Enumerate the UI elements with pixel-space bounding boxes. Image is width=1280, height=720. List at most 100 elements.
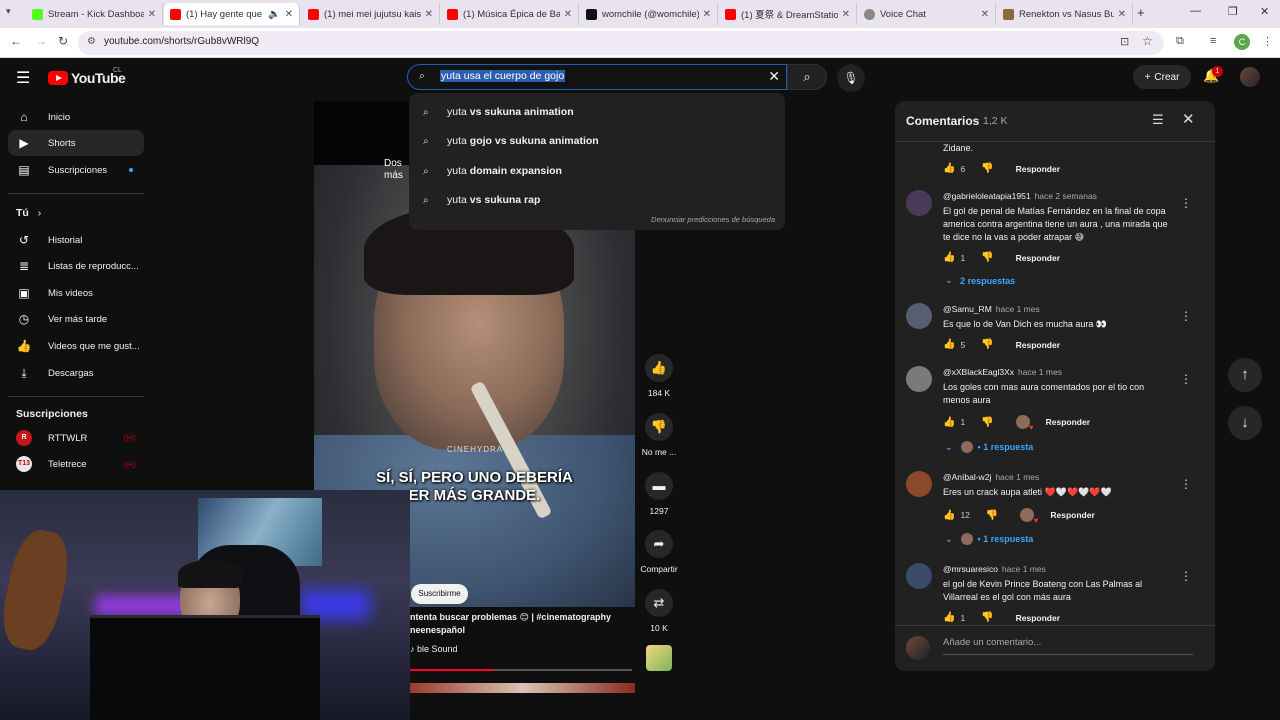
commenter-avatar[interactable] — [906, 563, 932, 589]
browser-tab-active[interactable]: (1) Hay gente que solo 🔈 ✕ — [164, 3, 300, 25]
install-app-icon[interactable]: ⊡ — [1120, 35, 1129, 48]
share-icon[interactable]: ➦ — [645, 530, 673, 558]
comment-more-icon[interactable]: ⋮ — [1180, 196, 1192, 210]
you-section-heading[interactable]: Tú › — [16, 207, 41, 219]
dislike-action[interactable]: 👎 No me ... — [637, 413, 681, 457]
tab-audio-icon[interactable]: 🔈 — [268, 9, 280, 20]
forward-icon[interactable]: → — [35, 34, 47, 48]
extensions-icon[interactable]: ⧉ — [1176, 35, 1184, 48]
sound-thumbnail[interactable] — [646, 645, 672, 671]
thumbs-up-icon[interactable]: 👍 — [943, 163, 955, 174]
remix-icon[interactable]: ⇄ — [645, 589, 673, 617]
reload-icon[interactable]: ↻ — [58, 34, 68, 48]
browser-menu-icon[interactable]: ⋮ — [1262, 35, 1273, 48]
reply-button[interactable]: Responder — [1016, 253, 1060, 263]
browser-tab[interactable]: Renekton vs Nasus Build ✕ — [997, 3, 1133, 25]
bookmark-star-icon[interactable]: ☆ — [1142, 34, 1153, 48]
url-box[interactable]: ⚙ youtube.com/shorts/rGub8vWRl9Q ⊡ ☆ — [78, 31, 1164, 55]
search-suggestion[interactable]: ⌕ yuta vs sukuna animation — [409, 99, 785, 125]
commenter-name[interactable]: @mrsuaresico — [943, 564, 998, 574]
sidebar-item-home[interactable]: ⌂ Inicio — [8, 104, 144, 130]
site-info-icon[interactable]: ⚙ — [87, 36, 96, 47]
browser-tab[interactable]: Stream - Kick Dashboard ✕ — [26, 3, 163, 25]
thumbs-down-icon[interactable]: 👎 — [986, 510, 998, 521]
tab-search-icon[interactable]: ▾ — [6, 6, 11, 17]
comment-icon[interactable]: ▬ — [645, 472, 673, 500]
like-action[interactable]: 👍 184 K — [637, 354, 681, 398]
account-avatar[interactable] — [1240, 67, 1260, 87]
view-replies-button[interactable]: ⌄ • 1 respuesta — [945, 441, 1033, 453]
remix-action[interactable]: ⇄ 10 K — [637, 589, 681, 633]
search-suggestion[interactable]: ⌕ yuta domain expansion — [409, 158, 785, 184]
url-text[interactable]: youtube.com/shorts/rGub8vWRl9Q — [104, 36, 259, 47]
comment-more-icon[interactable]: ⋮ — [1180, 477, 1192, 491]
comment-more-icon[interactable]: ⋮ — [1180, 309, 1192, 323]
sidebar-item-playlists[interactable]: ≣ Listas de reproducc... — [8, 253, 144, 279]
close-tab-icon[interactable]: ✕ — [1118, 9, 1126, 20]
next-short-preview[interactable] — [410, 683, 635, 693]
search-suggestion[interactable]: ⌕ yuta gojo vs sukuna animation — [409, 128, 785, 154]
search-button[interactable]: ⌕ — [787, 64, 827, 90]
sidebar-item-watch-later[interactable]: ◷ Ver más tarde — [8, 306, 144, 332]
close-tab-icon[interactable]: ✕ — [703, 9, 711, 20]
thumbs-up-icon[interactable]: 👍 — [943, 339, 955, 350]
reply-button[interactable]: Responder — [1016, 164, 1060, 174]
thumbs-down-icon[interactable]: 👎 — [981, 417, 993, 428]
search-box[interactable]: ⌕ yuta usa el cuerpo de gojo ✕ — [407, 64, 787, 90]
subscribe-button[interactable]: Suscribirme — [411, 584, 468, 604]
sidebar-item-subscriptions[interactable]: ▤ Suscripciones — [8, 157, 144, 183]
thumbs-up-icon[interactable]: 👍 — [943, 417, 955, 428]
thumbs-up-icon[interactable]: 👍 — [645, 354, 673, 382]
close-window-icon[interactable]: ✕ — [1260, 5, 1269, 18]
sidebar-item-downloads[interactable]: ⤓ Descargas — [8, 360, 144, 386]
commenter-name[interactable]: @Aníbal-w2j — [943, 472, 991, 482]
reply-button[interactable]: Responder — [1050, 510, 1094, 520]
comments-action[interactable]: ▬ 1297 — [637, 472, 681, 516]
thumbs-down-icon[interactable]: 👎 — [981, 339, 993, 350]
share-action[interactable]: ➦ Compartir — [637, 530, 681, 574]
menu-icon[interactable]: ☰ — [16, 68, 30, 88]
create-button[interactable]: + Crear — [1133, 65, 1191, 89]
thumbs-down-icon[interactable]: 👎 — [981, 612, 993, 623]
commenter-name[interactable]: @Samu_RM — [943, 304, 992, 314]
sidebar-item-liked-videos[interactable]: 👍 Videos que me gust... — [8, 333, 144, 359]
thumbs-down-icon[interactable]: 👎 — [981, 252, 993, 263]
view-replies-button[interactable]: ⌄ 2 respuestas — [945, 275, 1015, 286]
view-replies-button[interactable]: ⌄ • 1 respuesta — [945, 533, 1033, 545]
sort-comments-icon[interactable]: ☰ — [1152, 112, 1164, 128]
clear-search-icon[interactable]: ✕ — [768, 68, 780, 85]
previous-short-button[interactable]: ↑ — [1228, 358, 1262, 392]
close-tab-icon[interactable]: ✕ — [285, 9, 293, 20]
thumbs-up-icon[interactable]: 👍 — [943, 510, 955, 521]
thumbs-down-icon[interactable]: 👎 — [981, 163, 993, 174]
close-tab-icon[interactable]: ✕ — [148, 9, 156, 20]
thumbs-down-icon[interactable]: 👎 — [645, 413, 673, 441]
commenter-avatar[interactable] — [906, 190, 932, 216]
reply-button[interactable]: Responder — [1046, 417, 1090, 427]
voice-search-button[interactable]: 🎙 — [837, 64, 865, 92]
commenter-avatar[interactable] — [906, 366, 932, 392]
search-input[interactable]: yuta usa el cuerpo de gojo — [440, 70, 566, 82]
sidebar-item-your-videos[interactable]: ▣ Mis videos — [8, 280, 144, 306]
browser-tab[interactable]: (1) 夏祭 & DreamStation ✕ — [719, 3, 857, 25]
comment-more-icon[interactable]: ⋮ — [1180, 372, 1192, 386]
browser-tab[interactable]: (1) Música Épica de Batalla ✕ — [441, 3, 579, 25]
back-icon[interactable]: ← — [10, 34, 22, 48]
add-comment-input[interactable]: Añade un comentario... — [943, 637, 1193, 655]
browser-tab[interactable]: (1) mei mei jujutsu kaisen ✕ — [302, 3, 440, 25]
restore-icon[interactable]: ❐ — [1228, 5, 1238, 18]
search-suggestion[interactable]: ⌕ yuta vs sukuna rap — [409, 187, 785, 213]
browser-tab[interactable]: Voice Chat ✕ — [858, 3, 996, 25]
video-sound-link[interactable]: ♪ ble Sound — [410, 644, 458, 654]
close-tab-icon[interactable]: ✕ — [425, 9, 433, 20]
commenter-avatar[interactable] — [906, 471, 932, 497]
report-predictions-link[interactable]: Denunciar predicciones de búsqueda — [651, 215, 775, 224]
commenter-name[interactable]: @gabrieloleatapia1951 — [943, 191, 1031, 201]
thumbs-up-icon[interactable]: 👍 — [943, 252, 955, 263]
close-tab-icon[interactable]: ✕ — [564, 9, 572, 20]
commenter-name[interactable]: @xXBlackEagl3Xx — [943, 367, 1014, 377]
sidebar-item-history[interactable]: ↺ Historial — [8, 227, 144, 253]
reply-button[interactable]: Responder — [1016, 340, 1060, 350]
close-tab-icon[interactable]: ✕ — [842, 9, 850, 20]
sidebar-item-shorts[interactable]: ▶ Shorts — [8, 130, 144, 156]
